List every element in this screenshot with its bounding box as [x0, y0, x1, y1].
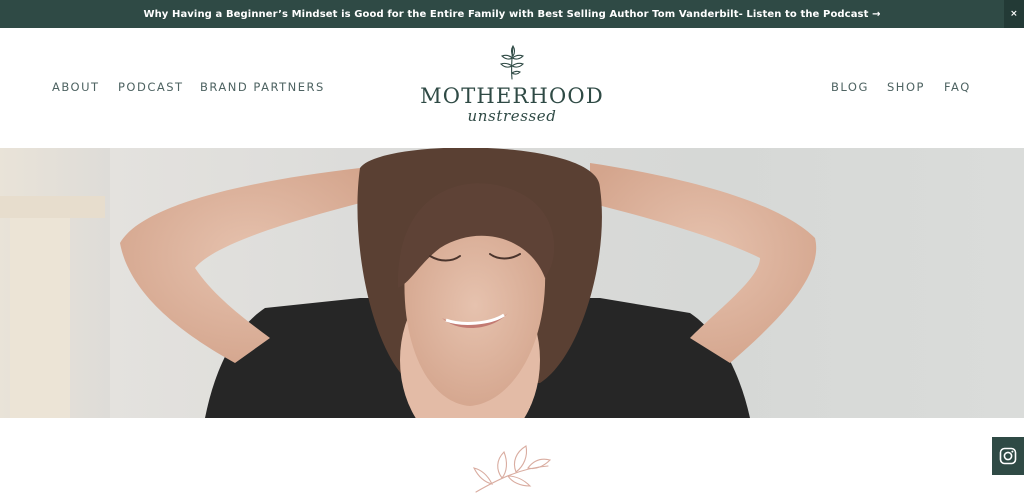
site-header: ABOUT PODCAST BRAND PARTNERS MOTHERHOOD … [0, 28, 1024, 148]
nav-item-podcast[interactable]: PODCAST [118, 80, 184, 94]
hero-image [0, 148, 1024, 418]
announcement-link[interactable]: Why Having a Beginner’s Mindset is Good … [143, 9, 880, 20]
close-announcement-button[interactable]: × [1004, 0, 1024, 28]
nav-item-shop[interactable]: SHOP [887, 80, 925, 94]
leaf-sprig-icon [499, 45, 525, 80]
nav-item-brand-partners[interactable]: BRAND PARTNERS [200, 80, 325, 94]
nav-item-about[interactable]: ABOUT [52, 80, 100, 94]
instagram-button[interactable] [992, 437, 1024, 475]
nav-item-blog[interactable]: BLOG [831, 80, 869, 94]
leaf-branch-icon [472, 445, 552, 493]
site-logo[interactable]: MOTHERHOOD unstressed [410, 44, 614, 134]
hero-photo [0, 148, 817, 418]
logo-subtitle: unstressed [467, 107, 557, 125]
announcement-bar: Why Having a Beginner’s Mindset is Good … [0, 0, 1024, 28]
content-intro [0, 418, 1024, 493]
nav-item-faq[interactable]: FAQ [944, 80, 971, 94]
instagram-icon [999, 447, 1017, 465]
logo-title: MOTHERHOOD [420, 84, 604, 108]
